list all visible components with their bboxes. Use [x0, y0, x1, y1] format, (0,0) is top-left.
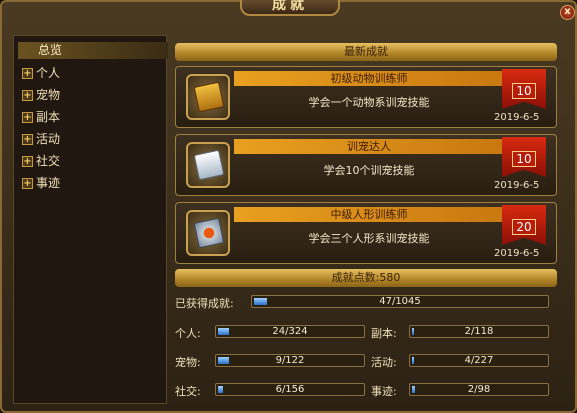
- sidebar-item-label: 副本: [36, 110, 61, 124]
- points-badge: 10: [502, 137, 546, 177]
- sidebar-item-overview[interactable]: 总览: [18, 42, 168, 59]
- achievement-description: 学会10个训宠技能: [323, 164, 415, 177]
- plus-icon[interactable]: +: [22, 90, 33, 101]
- sidebar-item-label: 社交: [36, 154, 61, 168]
- progress-text: 2/98: [467, 384, 491, 395]
- cat-events-bar: 4/227: [409, 354, 549, 367]
- achievement-description: 学会一个动物系训宠技能: [308, 96, 430, 109]
- achievement-name: 中级人形训练师: [234, 207, 504, 222]
- sidebar-item-label: 总览: [38, 43, 63, 57]
- achievement-points-bar: 成就点数:580: [175, 269, 557, 287]
- total-progress-label: 已获得成就:: [175, 297, 234, 310]
- plus-icon[interactable]: +: [22, 178, 33, 189]
- progress-text: 2/118: [464, 326, 494, 337]
- plus-icon[interactable]: +: [22, 156, 33, 167]
- progress-text: 6/156: [275, 384, 305, 395]
- achievement-date: 2019-6-5: [494, 248, 540, 259]
- sidebar: 总览 + 个人 + 宠物 + 副本 + 活动 + 社交 + 事迹: [13, 35, 168, 404]
- achievement-card[interactable]: 训宠达人 学会10个训宠技能 10 2019-6-5: [175, 134, 557, 196]
- window-title: 成就: [272, 0, 308, 13]
- sidebar-item-label: 个人: [36, 66, 61, 80]
- cat-deeds-label: 事迹:: [371, 385, 397, 398]
- achievement-card[interactable]: 中级人形训练师 学会三个人形系训宠技能 20 2019-6-5: [175, 202, 557, 264]
- cat-pets-label: 宠物:: [175, 356, 201, 369]
- achievement-icon-frame: [186, 74, 230, 120]
- close-icon[interactable]: x: [560, 5, 575, 20]
- achievement-date: 2019-6-5: [494, 112, 540, 123]
- progress-text: 4/227: [464, 355, 494, 366]
- total-progress-bar: 47/1045: [251, 295, 549, 308]
- achievement-name: 初级动物训练师: [234, 71, 504, 86]
- cat-pets-bar: 9/122: [215, 354, 365, 367]
- achievement-name: 训宠达人: [234, 139, 504, 154]
- cat-social-bar: 6/156: [215, 383, 365, 396]
- plus-icon[interactable]: +: [22, 134, 33, 145]
- progress-text: 24/324: [272, 326, 308, 337]
- plus-icon[interactable]: +: [22, 68, 33, 79]
- cat-deeds-bar: 2/98: [409, 383, 549, 396]
- sidebar-item-label: 宠物: [36, 88, 61, 102]
- cat-dungeon-label: 副本:: [371, 327, 397, 340]
- cat-personal-label: 个人:: [175, 327, 201, 340]
- points-value: 10: [512, 151, 536, 167]
- points-value: 20: [512, 219, 536, 235]
- progress-text: 9/122: [275, 355, 305, 366]
- achievement-description: 学会三个人形系训宠技能: [308, 232, 430, 245]
- points-value: 10: [512, 83, 536, 99]
- recent-achievements-header: 最新成就: [175, 43, 557, 61]
- achievement-icon-frame: [186, 142, 230, 188]
- book-humanoid-icon: [193, 217, 225, 249]
- points-badge: 10: [502, 69, 546, 109]
- progress-text: 47/1045: [379, 296, 421, 307]
- achievement-date: 2019-6-5: [494, 180, 540, 191]
- achievement-window: 成就 x 总览 + 个人 + 宠物 + 副本 + 活动 + 社交 + 事迹 最新…: [0, 0, 577, 413]
- points-badge: 20: [502, 205, 546, 245]
- achievement-icon-frame: [186, 210, 230, 256]
- cat-personal-bar: 24/324: [215, 325, 365, 338]
- main-panel: 最新成就 初级动物训练师 学会一个动物系训宠技能 10 2019-6-5 训宠达…: [171, 35, 561, 404]
- achievement-points-label: 成就点数:: [331, 271, 380, 284]
- cat-dungeon-bar: 2/118: [409, 325, 549, 338]
- sidebar-item-label: 活动: [36, 132, 61, 146]
- window-title-plate: 成就: [240, 0, 340, 16]
- achievement-card[interactable]: 初级动物训练师 学会一个动物系训宠技能 10 2019-6-5: [175, 66, 557, 128]
- cat-events-label: 活动:: [371, 356, 397, 369]
- plus-icon[interactable]: +: [22, 112, 33, 123]
- sidebar-item-label: 事迹: [36, 176, 61, 190]
- achievement-points-value: 580: [379, 271, 401, 284]
- cat-social-label: 社交:: [175, 385, 201, 398]
- book-animal-icon: [193, 81, 225, 113]
- book-white-icon: [193, 149, 225, 181]
